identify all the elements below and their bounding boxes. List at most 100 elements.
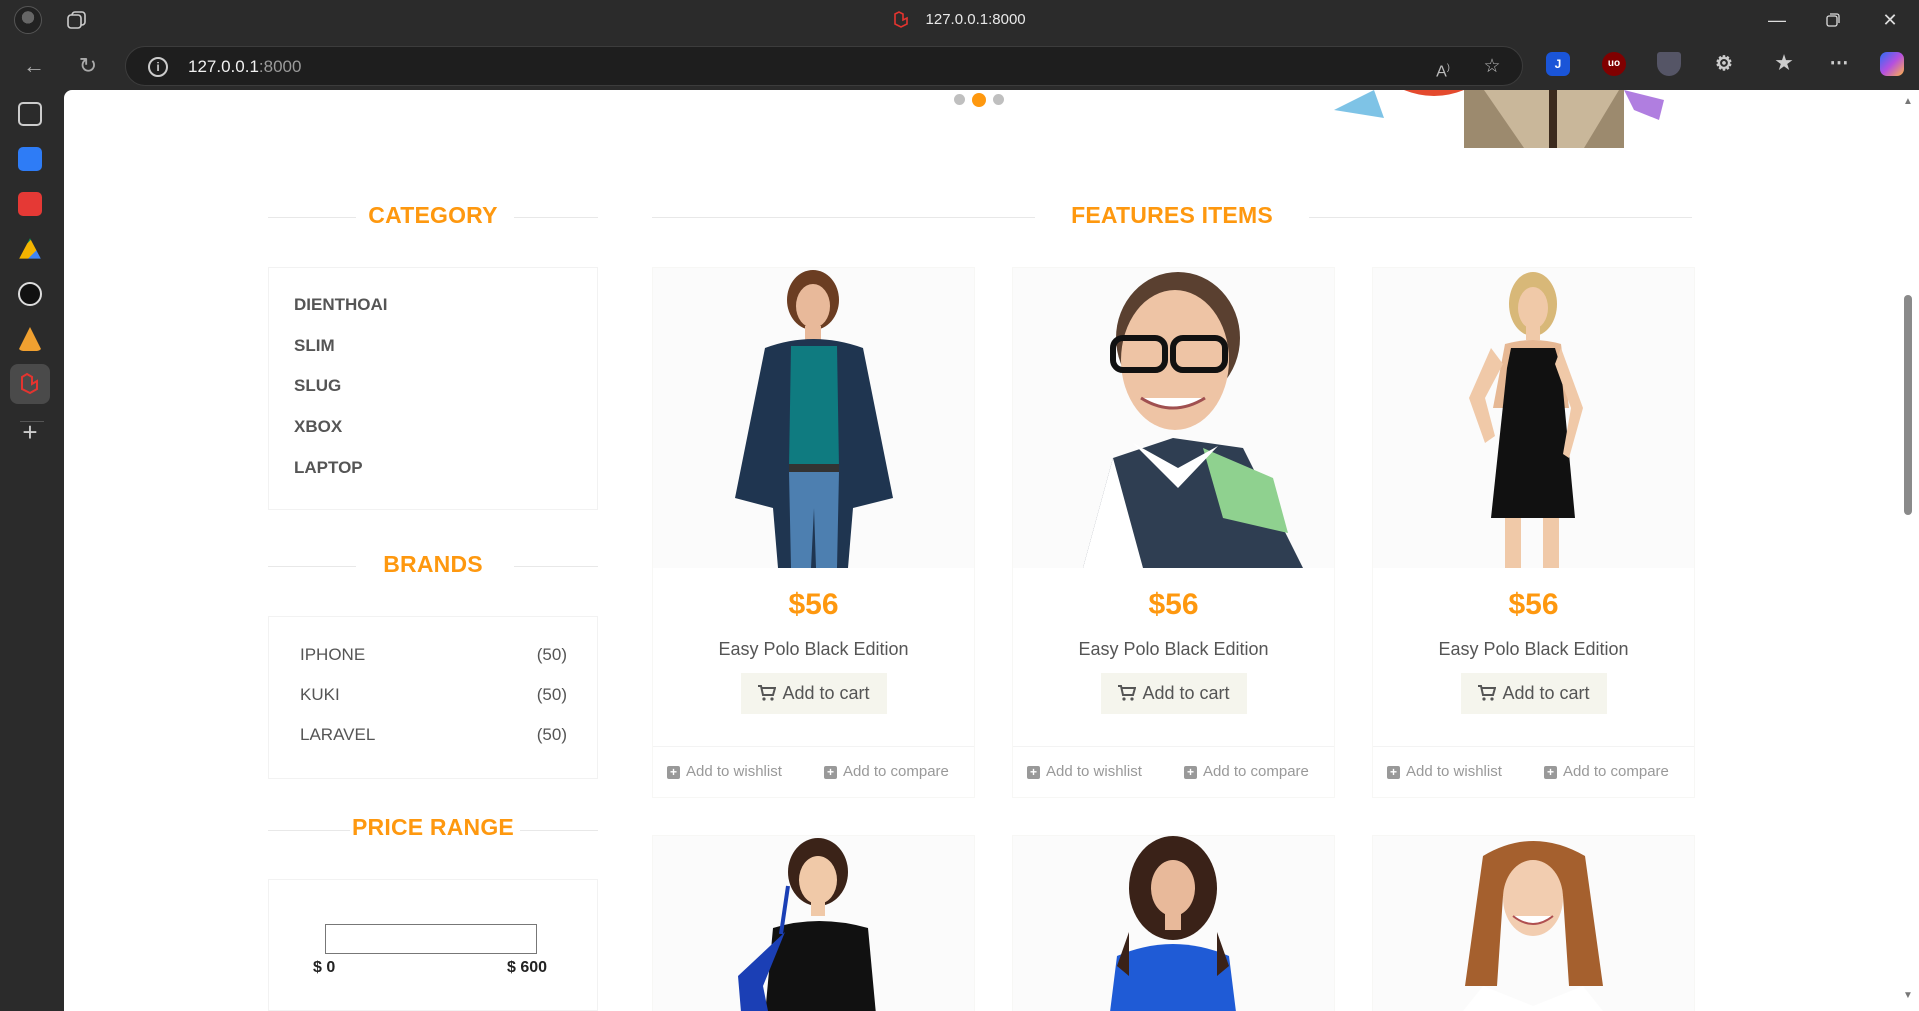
add-to-cart-button[interactable]: Add to cart [741,673,887,714]
add-to-wishlist-link[interactable]: + Add to wishlist [1387,763,1502,780]
category-item-dienthoai[interactable]: DIENTHOAI [294,295,388,315]
product-image[interactable] [653,268,974,568]
favorite-star-icon[interactable]: ☆ [1481,56,1503,78]
product-card: $56 Easy Polo Black Edition Add to cart … [1372,267,1695,798]
slider-dot[interactable] [954,94,965,105]
chatgpt-icon[interactable] [18,282,42,306]
product-name: Easy Polo Black Edition [1078,639,1269,659]
brand-count: (50) [536,645,567,664]
product-card [1012,835,1335,1011]
category-panel: DIENTHOAI SLIM SLUG XBOX LAPTOP [268,267,598,510]
product-card-footer: + Add to wishlist + Add to compare [653,746,974,797]
shield-extension-icon[interactable] [1657,52,1681,76]
add-icon[interactable]: + [18,419,42,445]
url-text[interactable]: 127.0.0.1:8000 [188,57,301,77]
brands-title: BRANDS [383,551,483,577]
shopping-cart-icon [1118,685,1137,701]
price-min-label: $ 0 [313,959,336,976]
features-title: FEATURES ITEMS [1071,202,1273,228]
add-to-wishlist-link[interactable]: + Add to wishlist [667,763,782,780]
brand-count: (50) [536,725,567,744]
info-icon[interactable]: i [148,57,168,77]
plus-square-icon: + [824,766,837,779]
google-drive-icon[interactable] [19,238,41,259]
add-to-cart-button[interactable]: Add to cart [1101,673,1247,714]
favorites-icon[interactable]: ★ [1772,52,1796,76]
laravel-icon [894,11,909,28]
product-card [1372,835,1695,1011]
page-viewport: CATEGORY DIENTHOAI SLIM SLUG XBOX LAPTOP… [64,90,1919,1011]
price-range-slider[interactable] [325,924,537,954]
product-name: Easy Polo Black Edition [1438,639,1629,659]
product-card-footer: + Add to wishlist + Add to compare [1373,746,1694,797]
category-title: CATEGORY [368,202,498,228]
price-max-label: $ 600 [507,959,548,976]
vertical-tabs-icon[interactable] [18,102,42,126]
product-image[interactable] [1373,836,1694,1011]
brand-name[interactable]: IPHONE [300,645,365,665]
scroll-up-arrow-icon[interactable]: ▲ [1902,96,1914,108]
product-price: $56 [1148,588,1199,621]
hero-image-fragment [1334,90,1664,148]
features-title-line-left [652,217,1035,218]
translate-icon[interactable] [18,147,42,171]
shopping-cart-icon [758,685,777,701]
product-name: Easy Polo Black Edition [718,639,909,659]
category-item-laptop[interactable]: LAPTOP [294,458,363,478]
product-image[interactable] [1013,268,1334,568]
brand-name[interactable]: LARAVEL [300,725,375,745]
category-item-slug[interactable]: SLUG [294,376,341,396]
add-to-cart-button[interactable]: Add to cart [1461,673,1607,714]
browser-sidebar: + [0,90,64,1011]
product-image[interactable] [653,836,974,1011]
add-to-cart-label: Add to cart [1142,683,1230,703]
add-to-compare-link[interactable]: + Add to compare [824,763,949,780]
brands-panel: IPHONE (50) KUKI (50) LARAVEL (50) [268,616,598,779]
plus-square-icon: + [1027,766,1040,779]
plus-square-icon: + [1387,766,1400,779]
add-to-cart-label: Add to cart [782,683,870,703]
product-card-footer: + Add to wishlist + Add to compare [1013,746,1334,797]
product-price: $56 [788,588,839,621]
more-icon[interactable]: ⋯ [1827,52,1851,76]
product-image[interactable] [1013,836,1334,1011]
minimize-icon[interactable]: — [1764,8,1790,32]
features-title-line-right [1309,217,1692,218]
category-item-slim[interactable]: SLIM [294,336,335,356]
slider-dot[interactable] [993,94,1004,105]
product-card: $56 Easy Polo Black Edition Add to cart … [1012,267,1335,798]
close-icon[interactable]: ✕ [1877,8,1903,32]
product-image[interactable] [1373,268,1694,568]
back-icon[interactable]: ← [20,52,48,80]
laravel-app-icon[interactable] [10,364,50,404]
shopping-cart-icon [1478,685,1497,701]
scrollbar-thumb[interactable] [1904,295,1912,515]
scroll-down-arrow-icon[interactable]: ▼ [1902,990,1914,1002]
extension-j-icon[interactable]: J [1546,52,1570,76]
add-to-compare-link[interactable]: + Add to compare [1184,763,1309,780]
brand-count: (50) [536,685,567,704]
plus-square-icon: + [667,766,680,779]
slider-dot-active[interactable] [972,93,986,107]
product-price: $56 [1508,588,1559,621]
pdf-icon[interactable] [18,192,42,216]
extensions-icon[interactable]: ⚙ [1712,52,1736,76]
product-card [652,835,975,1011]
add-to-compare-link[interactable]: + Add to compare [1544,763,1669,780]
read-aloud-icon[interactable]: A) [1432,56,1454,80]
ublock-icon[interactable]: uo [1602,52,1626,76]
window-title: 127.0.0.1:8000 [0,11,1919,29]
refresh-icon[interactable]: ↻ [74,52,102,80]
copilot-icon[interactable] [1880,52,1904,76]
add-to-cart-label: Add to cart [1502,683,1590,703]
address-bar[interactable]: i 127.0.0.1:8000 A) ☆ [125,46,1523,86]
page-scrollbar[interactable]: ▲ ▼ [1897,90,1919,1011]
restore-icon[interactable] [1820,8,1846,32]
brand-name[interactable]: KUKI [300,685,340,705]
category-item-xbox[interactable]: XBOX [294,417,342,437]
plus-square-icon: + [1544,766,1557,779]
browser-toolbar: ← ↻ i 127.0.0.1:8000 A) ☆ J uo ⚙ ★ ⋯ [0,40,1919,90]
browser-title-bar: 127.0.0.1:8000 — ✕ [0,0,1919,40]
sourcetree-icon[interactable] [18,327,42,351]
add-to-wishlist-link[interactable]: + Add to wishlist [1027,763,1142,780]
